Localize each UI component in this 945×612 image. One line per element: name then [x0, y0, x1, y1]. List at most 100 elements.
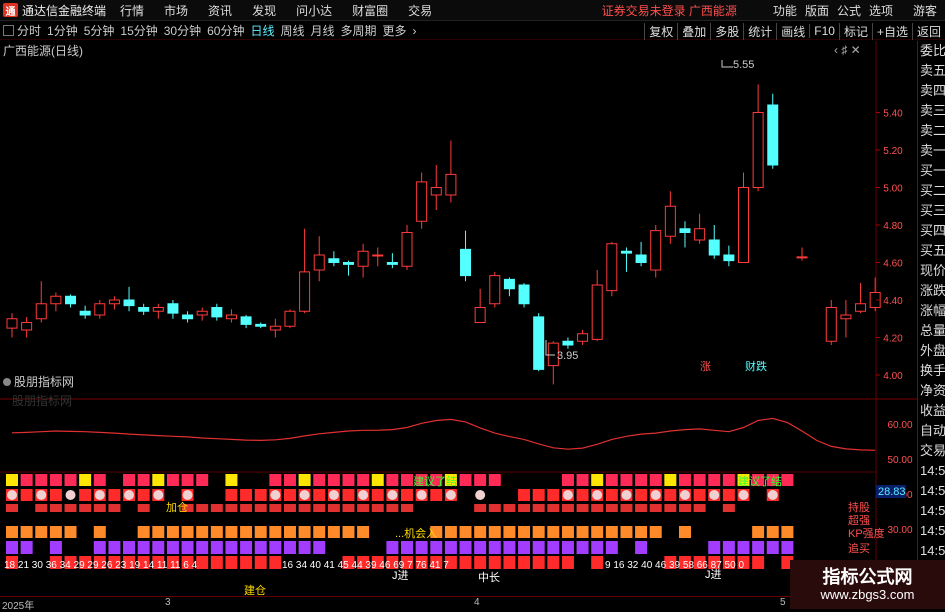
menu-function[interactable]: 功能: [773, 2, 797, 19]
period-5min[interactable]: 5分钟: [84, 22, 115, 39]
signal-block: [474, 504, 487, 512]
stats-button[interactable]: 统计: [743, 22, 776, 40]
candle-body: [767, 104, 779, 166]
menu-formula[interactable]: 公式: [837, 2, 861, 19]
chevron-right-icon[interactable]: ›: [413, 24, 417, 38]
signal-block: [503, 504, 516, 512]
quote-row: 买三: [920, 203, 945, 218]
numbers-row-1: 18 21 30 36 34 29 29 26 23 19 14 11 11 6…: [4, 560, 198, 571]
candle: [6, 313, 18, 338]
low-label: 3.95: [557, 350, 578, 362]
signal-block: [474, 556, 487, 569]
candle: [79, 305, 91, 319]
signal-block: [283, 504, 296, 512]
draw-line-button[interactable]: 画线: [776, 22, 809, 40]
candle-body: [372, 254, 384, 257]
quote-row: 买二: [920, 183, 945, 198]
signal-block: [488, 541, 501, 554]
signal-block: [225, 504, 238, 512]
signal-block: [518, 504, 531, 512]
period-more[interactable]: 更多: [383, 22, 407, 39]
signal-block: [693, 474, 706, 486]
back-button[interactable]: 返回: [911, 22, 945, 40]
label-zhuimai: 追买: [848, 541, 870, 555]
candle: [825, 300, 837, 345]
period-15min[interactable]: 15分钟: [120, 22, 157, 39]
f10-button[interactable]: F10: [809, 24, 839, 38]
price-tick: 4.20: [883, 334, 903, 345]
candle: [240, 315, 252, 329]
menu-ask-xiaoda[interactable]: 问小达: [296, 2, 332, 19]
signal-block: [254, 526, 267, 538]
signal-block: [561, 504, 574, 512]
signal-block: [342, 526, 355, 538]
signal-block: [283, 526, 296, 538]
signal-block: [678, 474, 691, 486]
date-label: 3: [165, 597, 171, 608]
menu-layout[interactable]: 版面: [805, 2, 829, 19]
menu-market[interactable]: 市场: [164, 2, 188, 19]
period-timeshare[interactable]: 分时: [17, 22, 41, 39]
signal-block: [518, 526, 531, 538]
signal-block: [415, 541, 428, 554]
menu-news[interactable]: 资讯: [208, 2, 232, 19]
period-monthly[interactable]: 月线: [311, 22, 335, 39]
signal-block: [444, 541, 457, 554]
signal-block: [137, 526, 150, 538]
add-watchlist-button[interactable]: +自选: [871, 22, 912, 40]
period-daily[interactable]: 日线: [250, 22, 274, 39]
signal-block: [386, 474, 399, 486]
period-multi[interactable]: 多周期: [341, 22, 377, 39]
signal-block: [444, 526, 457, 538]
signal-block: [283, 541, 296, 554]
overlay-button[interactable]: 叠加: [677, 22, 710, 40]
adjust-button[interactable]: 复权: [644, 22, 677, 40]
menu-discover[interactable]: 发现: [252, 2, 276, 19]
signal-block: [269, 541, 282, 554]
chart-area[interactable]: 5.40 5.20 5.00 4.80 4.60 4.40 4.20 4.00 5.55 3.…: [0, 41, 917, 611]
signal-block: [620, 526, 633, 538]
label-chaoqiang: 超强: [848, 513, 870, 527]
candle: [518, 283, 530, 308]
candle-body: [313, 254, 325, 271]
candle: [752, 84, 764, 192]
period-weekly[interactable]: 周线: [280, 22, 304, 39]
sidebar-toggle-icon[interactable]: [3, 25, 14, 36]
signal-block: [576, 474, 589, 486]
signal-ball: [94, 490, 105, 500]
multi-stock-button[interactable]: 多股: [710, 22, 743, 40]
signal-block: [649, 504, 662, 512]
candle-body: [664, 205, 676, 237]
period-30min[interactable]: 30分钟: [164, 22, 201, 39]
menu-options[interactable]: 选项: [869, 2, 893, 19]
signal-block: [196, 556, 209, 569]
menu-market-quote[interactable]: 行情: [120, 2, 144, 19]
signal-block: [386, 504, 399, 512]
date-label: 5: [780, 597, 786, 608]
candle: [357, 243, 369, 278]
signal-block: [225, 489, 238, 501]
auto-trade-row[interactable]: 自动: [918, 421, 945, 441]
quote-row: 买四: [920, 223, 945, 238]
candle-body: [35, 303, 47, 320]
candle: [50, 292, 62, 312]
tick-time: 14:56: [920, 463, 945, 478]
period-1min[interactable]: 1分钟: [47, 22, 78, 39]
indicator-toggle-icon[interactable]: [3, 378, 11, 386]
menu-wealth-circle[interactable]: 财富圈: [352, 2, 388, 19]
title-bar: 通 通达信金融终端 行情 市场 资讯 发现 问小达 财富圈 交易 证券交易未登录…: [0, 0, 945, 21]
signal-block: [401, 474, 414, 486]
tag-zhang: 涨: [700, 360, 711, 373]
signal-block: [298, 541, 311, 554]
signal-block: [137, 504, 150, 512]
menu-trade[interactable]: 交易: [408, 2, 432, 19]
site-watermark: 指标公式网 www.zbgs3.com: [790, 560, 945, 609]
signal-block: [752, 556, 765, 569]
candle-body: [152, 307, 164, 312]
mark-button[interactable]: 标记: [838, 22, 872, 40]
guest-user[interactable]: 游客: [913, 2, 937, 19]
trade-row[interactable]: 交易: [918, 441, 945, 461]
trade-login-notice[interactable]: 证券交易未登录 广西能源: [602, 2, 737, 19]
signal-block: [708, 474, 721, 486]
period-60min[interactable]: 60分钟: [207, 22, 244, 39]
